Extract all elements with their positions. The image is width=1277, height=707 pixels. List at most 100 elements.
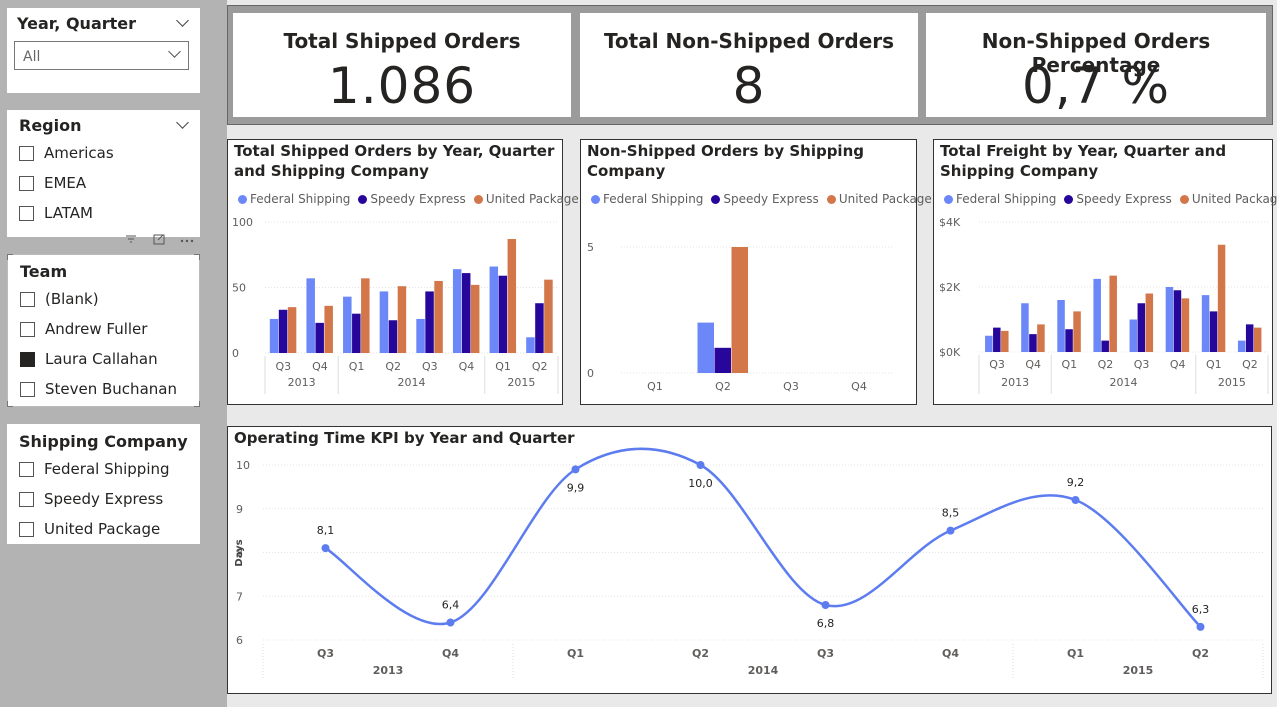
y-tick-label: 50 [232, 282, 246, 295]
slicer-region: Region Americas EMEA LATAM [7, 110, 200, 237]
option-label: Americas [44, 144, 114, 162]
y-axis-title: Days [234, 539, 245, 566]
x-tick-label: Q3 [989, 358, 1005, 371]
option-label: Federal Shipping [44, 460, 170, 478]
collapse-chevron-icon[interactable] [176, 14, 189, 27]
bar-plot-area: 0 5 Q1 Q2 Q3 Q4 [587, 241, 893, 393]
checkbox[interactable] [19, 205, 34, 221]
shipping-option-federal[interactable]: Federal Shipping [19, 459, 170, 479]
x-tick-label: Q2 [385, 360, 401, 373]
data-label: 9,9 [567, 481, 585, 494]
region-option-americas[interactable]: Americas [19, 143, 114, 163]
card-title: Total Non-Shipped Orders [603, 29, 895, 53]
chevron-down-icon [168, 45, 181, 58]
bar-united-package [1001, 330, 1009, 352]
team-option-andrew-fuller[interactable]: Andrew Fuller [20, 319, 147, 339]
x-tick-label: Q1 [495, 360, 511, 373]
bar-united-package [434, 280, 443, 353]
bar-federal-shipping [1057, 300, 1065, 352]
bar-united-package [287, 307, 297, 353]
card-value: 1.086 [327, 57, 477, 115]
x-group-label: 2013 [1001, 376, 1029, 389]
y-tick-label: 6 [236, 634, 243, 647]
x-group-label: 2015 [1123, 664, 1154, 677]
bar-united-package [544, 279, 553, 353]
operating-time-kpi-chart[interactable]: Operating Time KPI by Year and Quarter 6… [227, 426, 1272, 694]
x-tick-label: Q3 [1134, 358, 1150, 371]
checkbox[interactable] [20, 381, 35, 397]
option-label: Steven Buchanan [45, 380, 177, 398]
team-option-laura-callahan[interactable]: Laura Callahan [20, 349, 158, 369]
team-option-steven-buchanan[interactable]: Steven Buchanan [20, 379, 177, 399]
slicer-shipping-company: Shipping Company Federal Shipping Speedy… [7, 424, 200, 544]
x-group-label: 2014 [1110, 376, 1138, 389]
dropdown-selected-value: All [23, 49, 41, 65]
x-tick-label: Q1 [647, 380, 663, 393]
bar-speedy-express [425, 291, 434, 353]
checkbox[interactable] [20, 291, 35, 307]
x-tick-label: Q4 [312, 360, 328, 373]
y-tick-label: 5 [587, 241, 594, 254]
bar-speedy-express [993, 327, 1001, 352]
bar-speedy-express [1209, 311, 1218, 352]
data-label: 6,4 [442, 599, 460, 612]
checkbox[interactable] [19, 491, 34, 507]
year-quarter-dropdown[interactable]: All [14, 41, 189, 70]
bar-united-package [731, 247, 748, 373]
bar-speedy-express [1173, 290, 1182, 352]
slicer-year-quarter: Year, Quarter All [7, 8, 200, 93]
x-tick-label: Q4 [851, 380, 867, 393]
bar-united-package [1037, 324, 1045, 352]
resize-handle[interactable] [7, 254, 13, 260]
bar-speedy-express [498, 275, 508, 353]
card-total-non-shipped-orders[interactable]: Total Non-Shipped Orders 8 [580, 13, 918, 117]
option-label: Speedy Express [44, 490, 164, 508]
checkbox[interactable] [19, 175, 34, 191]
collapse-chevron-icon[interactable] [176, 116, 189, 129]
bar-federal-shipping [985, 335, 993, 352]
bar-federal-shipping [1129, 319, 1138, 352]
x-group-label: 2014 [748, 664, 779, 677]
checkbox[interactable] [20, 321, 35, 337]
shipped-orders-chart[interactable]: Total Shipped Orders by Year, Quarter an… [227, 139, 579, 405]
resize-handle[interactable] [194, 401, 200, 407]
data-label: 6,8 [817, 617, 835, 630]
card-total-shipped-orders[interactable]: Total Shipped Orders 1.086 [233, 13, 571, 117]
card-value: 0,7 % [1022, 57, 1170, 115]
region-option-latam[interactable]: LATAM [19, 203, 93, 223]
bar-speedy-express [388, 320, 398, 353]
bar-federal-shipping [1165, 287, 1174, 352]
bar-federal-shipping [306, 278, 315, 353]
checkbox[interactable] [19, 145, 34, 161]
checkbox-checked[interactable] [20, 351, 35, 367]
x-tick-label: Q3 [817, 647, 834, 660]
option-label: United Package [44, 520, 161, 538]
x-tick-label: Q2 [692, 647, 709, 660]
bar-speedy-express [461, 273, 471, 353]
bar-federal-shipping [343, 296, 352, 353]
resize-handle[interactable] [194, 254, 200, 260]
checkbox[interactable] [19, 521, 34, 537]
slicer-title: Team [20, 262, 68, 281]
shipping-option-speedy[interactable]: Speedy Express [19, 489, 163, 509]
freight-chart[interactable]: Total Freight by Year, Quarter and Shipp… [933, 139, 1277, 405]
focus-mode-icon[interactable] [151, 234, 167, 248]
data-point [571, 465, 580, 474]
bar-speedy-express [1065, 329, 1073, 352]
slicer-team: Team (Blank) Andrew Fuller Laura Callaha… [7, 254, 200, 407]
shipping-option-united[interactable]: United Package [19, 519, 160, 539]
resize-handle[interactable] [7, 401, 13, 407]
region-option-emea[interactable]: EMEA [19, 173, 86, 193]
x-tick-label: Q3 [275, 360, 291, 373]
filter-icon[interactable] [123, 234, 139, 247]
y-tick-label: 7 [236, 590, 243, 603]
bar-federal-shipping [1021, 303, 1029, 352]
checkbox[interactable] [19, 461, 34, 477]
x-group-label: 2014 [398, 376, 426, 389]
card-non-shipped-percentage[interactable]: Non-Shipped Orders Percentage 0,7 % [926, 13, 1266, 117]
more-options-icon[interactable] [179, 234, 195, 247]
x-group-label: 2015 [507, 376, 535, 389]
team-option-blank[interactable]: (Blank) [20, 289, 99, 309]
option-label: (Blank) [45, 290, 99, 308]
non-shipped-orders-chart[interactable]: Non-Shipped Orders by Shipping Company F… [580, 139, 932, 405]
